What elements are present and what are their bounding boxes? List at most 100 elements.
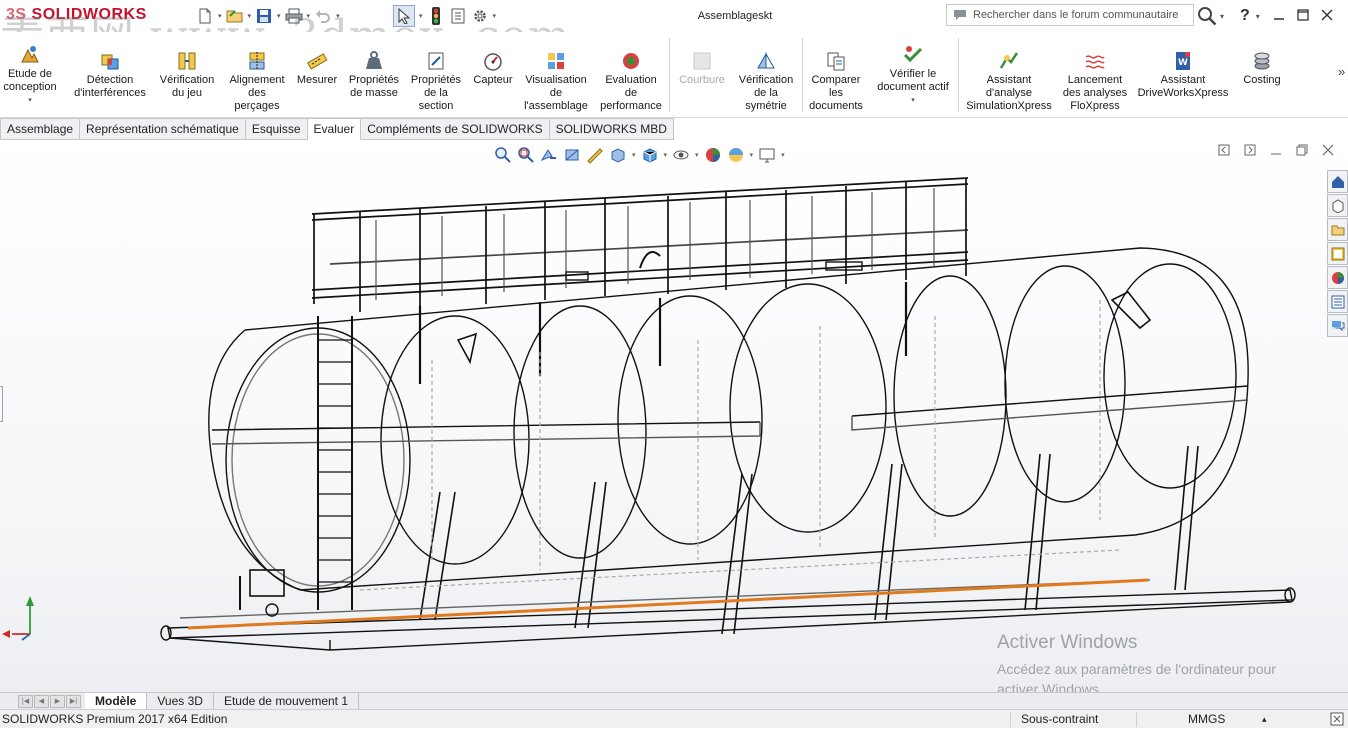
tab-assemblage[interactable]: Assemblage	[0, 118, 81, 140]
previous-tab-icon[interactable]: ◀	[34, 694, 49, 708]
performance-evaluation-button[interactable]: Evaluation de performance	[596, 50, 666, 113]
ribbon-separator	[802, 38, 803, 112]
task-pane	[1327, 170, 1348, 337]
title-bar: 3S SOLIDWORKS ▾ ▾ ▾ ▾ ▾ ▾ ▾ Assemblagesk…	[0, 0, 1348, 62]
constraint-status: Sous-contraint	[1021, 712, 1099, 726]
appearances-icon[interactable]	[1327, 266, 1348, 289]
curvature-button[interactable]: Courbure	[674, 50, 730, 87]
help-icon[interactable]: ?	[1240, 7, 1250, 25]
status-separator	[1010, 712, 1011, 727]
measure-label: Mesurer	[296, 74, 338, 86]
design-study-icon	[21, 46, 39, 63]
status-options-icon[interactable]	[1330, 712, 1344, 729]
product-edition: SOLIDWORKS Premium 2017 x64 Edition	[2, 712, 228, 726]
mass-properties-icon	[366, 51, 382, 69]
performance-label: Evaluation de performance	[600, 74, 662, 112]
forum-icon[interactable]	[1327, 314, 1348, 337]
tank-assembly-model[interactable]	[0, 140, 1348, 692]
simulationxpress-button[interactable]: Assistant d'analyse SimulationXpress	[960, 50, 1058, 113]
clearance-verification-button[interactable]: Vérification du jeu	[154, 50, 220, 100]
sensor-button[interactable]: Capteur	[468, 50, 518, 87]
symmetry-label: Vérification de la symétrie	[738, 74, 794, 112]
mass-properties-label: Propriétés de masse	[348, 74, 400, 99]
tab-evaluer[interactable]: Evaluer	[307, 118, 362, 140]
design-study-button[interactable]: Etude de conception ▾	[0, 44, 60, 107]
driveworksxpress-label: Assistant DriveWorksXpress	[1137, 74, 1229, 99]
compare-icon	[827, 52, 845, 71]
tab-representation-schematique[interactable]: Représentation schématique	[80, 118, 246, 140]
tab-complements-solidworks[interactable]: Compléments de SOLIDWORKS	[361, 118, 550, 140]
status-separator	[1136, 712, 1137, 727]
activate-windows-overlay: Activer Windows Accédez aux paramètres d…	[997, 632, 1317, 692]
command-manager-ribbon: Etude de conception ▾ Détection d'interf…	[0, 32, 1348, 118]
restore-window-icon[interactable]	[1296, 8, 1310, 25]
tab-solidworks-mbd[interactable]: SOLIDWORKS MBD	[549, 118, 674, 140]
check-document-icon	[903, 46, 923, 63]
tab-vues-3d[interactable]: Vues 3D	[147, 692, 214, 710]
section-properties-button[interactable]: Propriétés de la section	[406, 50, 466, 113]
hole-alignment-button[interactable]: Alignement des perçages	[222, 50, 292, 113]
check-active-document-button[interactable]: Vérifier le document actif ▾	[870, 44, 956, 107]
costing-label: Costing	[1243, 74, 1281, 86]
tab-esquisse[interactable]: Esquisse	[245, 118, 308, 140]
simulationxpress-label: Assistant d'analyse SimulationXpress	[966, 74, 1052, 112]
costing-icon	[1254, 52, 1270, 70]
minimize-window-icon[interactable]	[1272, 8, 1286, 25]
measure-icon	[307, 53, 328, 70]
custom-properties-icon[interactable]	[1327, 290, 1348, 313]
symmetry-icon	[757, 52, 775, 69]
design-study-dropdown-icon[interactable]: ▾	[0, 94, 60, 107]
sensor-label: Capteur	[473, 74, 513, 86]
assembly-visualization-icon	[548, 53, 564, 69]
measure-button[interactable]: Mesurer	[294, 50, 340, 87]
bottom-tabs-bar: |◀ ◀ ▶ ▶| Modèle Vues 3D Etude de mouvem…	[0, 692, 1348, 710]
compare-label: Comparer les documents	[809, 74, 863, 112]
symmetry-check-button[interactable]: Vérification de la symétrie	[732, 50, 800, 113]
mass-properties-button[interactable]: Propriétés de masse	[344, 50, 404, 100]
sensor-icon	[484, 53, 502, 71]
unit-system[interactable]: MMGS	[1188, 712, 1225, 726]
next-tab-icon[interactable]: ▶	[50, 694, 65, 708]
interference-detection-button[interactable]: Détection d'interférences	[68, 50, 152, 100]
first-tab-icon[interactable]: |◀	[18, 694, 33, 708]
help-dropdown-icon[interactable]: ▾	[1256, 12, 1260, 21]
section-properties-label: Propriétés de la section	[410, 74, 462, 112]
tab-modele[interactable]: Modèle	[85, 692, 148, 710]
close-window-icon[interactable]	[1320, 8, 1334, 25]
title-right-controls: ▾ ? ▾	[1197, 6, 1334, 26]
clearance-icon	[178, 52, 196, 70]
search-dropdown-icon[interactable]: ▾	[1220, 12, 1224, 21]
file-explorer-icon[interactable]	[1327, 218, 1348, 241]
interference-icon	[101, 54, 119, 70]
assembly-visualization-button[interactable]: Visualisation de l'assemblage	[520, 50, 592, 113]
floxpress-button[interactable]: Lancement des analyses FloXpress	[1060, 50, 1130, 113]
costing-button[interactable]: Costing	[1236, 50, 1288, 87]
performance-icon	[623, 53, 639, 69]
floxpress-icon	[1085, 55, 1105, 69]
search-icon[interactable]	[1197, 6, 1217, 26]
graphics-area[interactable]: ▾ ▾ ▾ ▾ ▾ Activer Windows Accédez aux pa…	[0, 140, 1348, 692]
driveworksxpress-button[interactable]: W Assistant DriveWorksXpress	[1134, 50, 1232, 100]
interference-label: Détection d'interférences	[74, 74, 146, 99]
status-bar: SOLIDWORKS Premium 2017 x64 Edition Sous…	[0, 709, 1348, 728]
activate-windows-title: Activer Windows	[997, 632, 1138, 653]
activate-windows-message: Accédez aux paramètres de l'ordinateur p…	[997, 659, 1317, 692]
view-palette-icon[interactable]	[1327, 242, 1348, 265]
compare-documents-button[interactable]: Comparer les documents	[806, 50, 866, 113]
ribbon-more-icon[interactable]: »	[1338, 64, 1345, 79]
tab-motion-study[interactable]: Etude de mouvement 1	[214, 692, 360, 710]
clearance-label: Vérification du jeu	[159, 74, 215, 99]
design-library-icon[interactable]	[1327, 194, 1348, 217]
assembly-visualization-label: Visualisation de l'assemblage	[524, 74, 588, 112]
driveworksxpress-icon: W	[1176, 52, 1190, 70]
command-tabs: Assemblage Représentation schématique Es…	[0, 118, 674, 140]
last-tab-icon[interactable]: ▶|	[66, 694, 81, 708]
curvature-icon	[693, 52, 711, 70]
check-document-dropdown-icon[interactable]: ▾	[870, 94, 956, 107]
chat-bubble-icon	[954, 10, 966, 20]
unit-system-dropdown-icon[interactable]: ▴	[1262, 714, 1267, 725]
ribbon-separator	[669, 38, 670, 112]
activate-windows-line1: Accédez aux paramètres de l'ordinateur p…	[997, 661, 1276, 677]
community-search-input[interactable]: Rechercher dans le forum communautaire	[946, 4, 1194, 26]
solidworks-resources-icon[interactable]	[1327, 170, 1348, 193]
